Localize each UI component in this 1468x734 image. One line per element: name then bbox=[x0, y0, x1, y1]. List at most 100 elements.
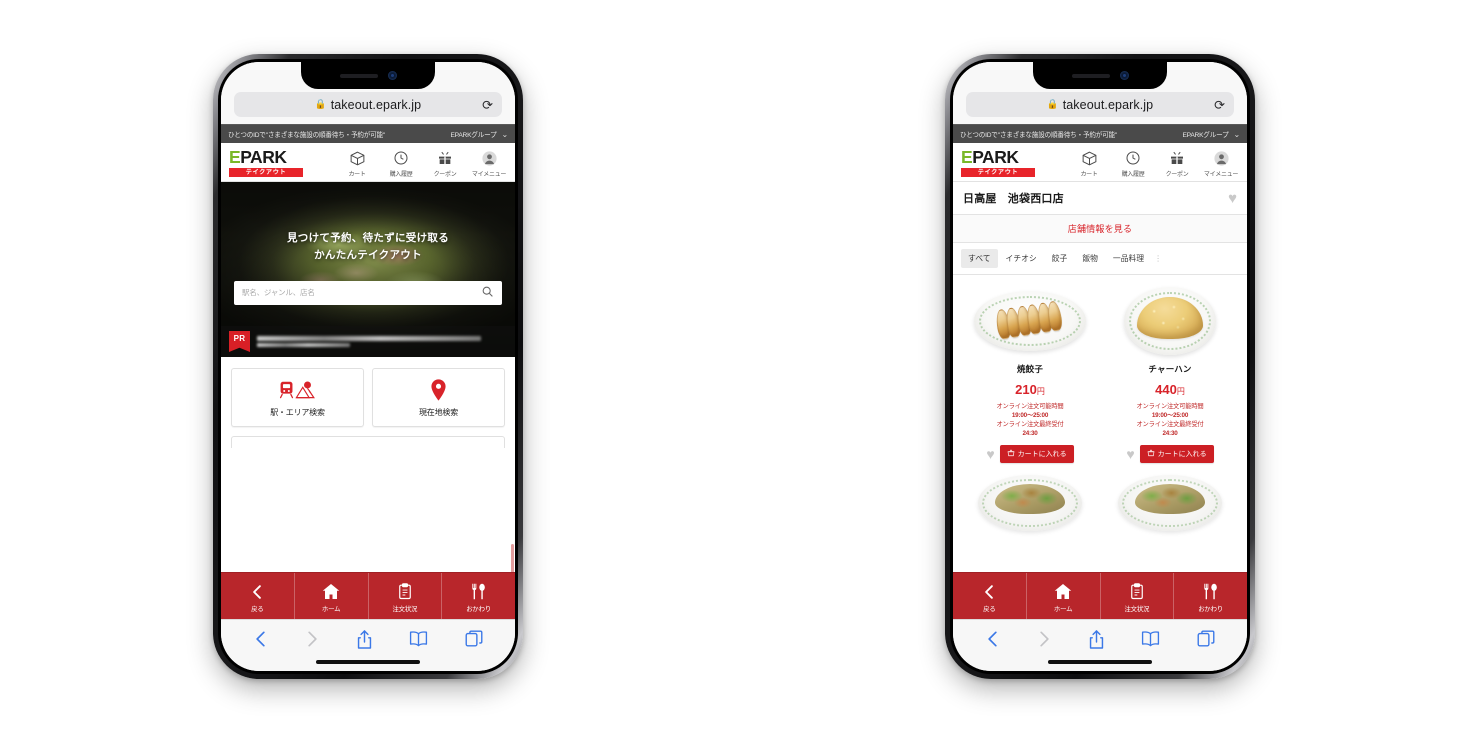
header-item-history[interactable]: 購入履歴 bbox=[1115, 148, 1151, 178]
add-to-cart-label: カートに入れる bbox=[1017, 450, 1067, 458]
category-tabs-overflow-icon[interactable]: ⋮ bbox=[1152, 254, 1162, 263]
category-tab-single-dish[interactable]: 一品料理 bbox=[1106, 249, 1151, 268]
address-bar[interactable]: 🔒 takeout.epark.jp ⟳ bbox=[966, 92, 1234, 117]
product-card[interactable]: 焼餃子 210円 オンライン注文可能時間 19:00〜25:00 オンライン注文… bbox=[960, 281, 1100, 471]
header-item-coupon[interactable]: クーポン bbox=[1159, 148, 1195, 178]
promo-group-label: EPARKグループ bbox=[450, 132, 497, 139]
bookmarks-icon[interactable] bbox=[1141, 629, 1160, 648]
mymenu-icon bbox=[1203, 148, 1239, 168]
category-tab-rice[interactable]: 飯物 bbox=[1075, 249, 1105, 268]
product-order-info: オンライン注文可能時間 19:00〜25:00 オンライン注文最終受付 24:3… bbox=[1104, 402, 1236, 439]
nav-label-back: 戻る bbox=[251, 605, 264, 613]
epark-logo[interactable]: EPARK テイクアウト bbox=[961, 146, 1035, 178]
header-label-mymenu: マイメニュー bbox=[1203, 172, 1239, 178]
header-item-cart[interactable]: カート bbox=[1071, 148, 1107, 178]
product-card-partial[interactable] bbox=[960, 471, 1100, 531]
chevron-left-icon bbox=[250, 582, 264, 602]
header-item-cart[interactable]: カート bbox=[339, 148, 375, 178]
app-bottom-nav: 戻る ホーム 注文状況 おかわり bbox=[953, 572, 1247, 619]
nav-label-home: ホーム bbox=[321, 605, 341, 613]
reload-icon[interactable]: ⟳ bbox=[482, 98, 493, 111]
promo-bar-group[interactable]: EPARKグループ ⌄ bbox=[450, 129, 508, 140]
product-grid: 焼餃子 210円 オンライン注文可能時間 19:00〜25:00 オンライン注文… bbox=[953, 275, 1247, 471]
promo-bar-text: ひとつのIDで"さまざまな施設の順番待ち・予約が可能" bbox=[228, 132, 386, 139]
pr-banner[interactable]: PR bbox=[221, 326, 515, 357]
last-order-value: 24:30 bbox=[1162, 430, 1178, 438]
add-to-cart-button[interactable]: カートに入れる bbox=[999, 444, 1074, 463]
station-area-search-button[interactable]: 駅・エリア検索 bbox=[231, 368, 364, 427]
basket-icon bbox=[1007, 448, 1015, 459]
header-item-mymenu[interactable]: マイメニュー bbox=[1203, 148, 1239, 178]
hero-title-line1: 見つけて予約、待たずに受け取る bbox=[287, 232, 449, 244]
nav-item-home[interactable]: ホーム bbox=[295, 573, 369, 619]
chevron-down-icon[interactable]: ⌄ bbox=[1233, 130, 1240, 139]
coupon-icon bbox=[1159, 148, 1195, 168]
heart-icon[interactable]: ♥ bbox=[1228, 191, 1237, 206]
logo-wordmark: EPARK bbox=[229, 148, 303, 167]
share-icon[interactable] bbox=[1088, 629, 1105, 650]
last-order-value: 24:30 bbox=[1022, 430, 1038, 438]
logo-text-park: PARK bbox=[972, 146, 1019, 167]
nav-item-back[interactable]: 戻る bbox=[953, 573, 1027, 619]
reload-icon[interactable]: ⟳ bbox=[1214, 98, 1225, 111]
back-icon[interactable] bbox=[985, 629, 1000, 649]
header-item-coupon[interactable]: クーポン bbox=[427, 148, 463, 178]
gyoza-piece bbox=[1014, 304, 1033, 337]
add-to-cart-button[interactable]: カートに入れる bbox=[1139, 444, 1214, 463]
tabs-icon[interactable] bbox=[465, 629, 483, 648]
epark-store-page: ひとつのIDで"さまざまな施設の順番待ち・予約が可能" EPARKグループ ⌄ … bbox=[953, 124, 1247, 531]
search-icon[interactable] bbox=[481, 285, 494, 300]
back-icon[interactable] bbox=[253, 629, 268, 649]
heart-icon[interactable]: ♥ bbox=[986, 447, 994, 461]
nav-item-order-status[interactable]: 注文状況 bbox=[1101, 573, 1175, 619]
search-input[interactable]: 駅名、ジャンル、店名 bbox=[234, 280, 502, 305]
promo-bar-group[interactable]: EPARKグループ ⌄ bbox=[1182, 129, 1240, 140]
pr-line bbox=[257, 342, 350, 347]
product-card[interactable]: チャーハン 440円 オンライン注文可能時間 19:00〜25:00 オンライン… bbox=[1100, 281, 1240, 471]
speaker-grille-icon bbox=[339, 73, 378, 78]
history-icon bbox=[383, 148, 419, 168]
bookmarks-icon[interactable] bbox=[409, 629, 428, 648]
front-camera-icon bbox=[1119, 71, 1129, 80]
logo-wordmark: EPARK bbox=[961, 146, 1035, 167]
nav-item-order-status[interactable]: 注文状況 bbox=[369, 573, 443, 619]
tabs-icon[interactable] bbox=[1197, 629, 1215, 648]
header-label-coupon: クーポン bbox=[433, 172, 457, 178]
address-bar[interactable]: 🔒 takeout.epark.jp ⟳ bbox=[234, 92, 502, 117]
phone-right-screen: 🔒 takeout.epark.jp ⟳ ひとつのIDで"さまざまな施設の順番待… bbox=[953, 62, 1247, 671]
promo-bar[interactable]: ひとつのIDで"さまざまな施設の順番待ち・予約が可能" EPARKグループ ⌄ bbox=[953, 124, 1247, 143]
header-item-mymenu[interactable]: マイメニュー bbox=[471, 148, 507, 178]
product-price-value: 440 bbox=[1155, 382, 1177, 397]
mymenu-icon bbox=[471, 148, 507, 168]
logo-subtitle: テイクアウト bbox=[229, 168, 303, 178]
current-location-search-button[interactable]: 現在地検索 bbox=[372, 368, 505, 427]
hero-title: 見つけて予約、待たずに受け取る かんたんテイクアウト bbox=[221, 230, 515, 265]
category-tab-gyoza[interactable]: 餃子 bbox=[1045, 249, 1075, 268]
url-text-group: 🔒 takeout.epark.jp bbox=[1047, 98, 1153, 112]
coupon-icon bbox=[427, 148, 463, 168]
product-actions: ♥ カートに入れる bbox=[1104, 444, 1236, 463]
chevron-down-icon[interactable]: ⌄ bbox=[501, 130, 508, 139]
fried-rice-graphic bbox=[1137, 297, 1203, 340]
nav-item-okawari[interactable]: おかわり bbox=[442, 573, 515, 619]
phone-left-bezel: 🔒 takeout.epark.jp ⟳ ひとつのIDで"さまざまな施設の順番待… bbox=[218, 59, 518, 674]
share-icon[interactable] bbox=[356, 629, 373, 650]
heart-icon[interactable]: ♥ bbox=[1126, 447, 1134, 461]
product-card-partial[interactable] bbox=[1100, 471, 1240, 531]
epark-logo[interactable]: EPARK テイクアウト bbox=[229, 148, 303, 178]
nav-item-back[interactable]: 戻る bbox=[221, 573, 295, 619]
store-name: 日高屋 池袋西口店 bbox=[963, 193, 1064, 205]
promo-bar[interactable]: ひとつのIDで"さまざまな施設の順番待ち・予約が可能" EPARKグループ ⌄ bbox=[221, 124, 515, 143]
category-tab-all[interactable]: すべて bbox=[961, 249, 998, 268]
nav-item-okawari[interactable]: おかわり bbox=[1174, 573, 1247, 619]
header-item-history[interactable]: 購入履歴 bbox=[383, 148, 419, 178]
product-image-gyoza bbox=[964, 285, 1096, 357]
category-tab-recommended[interactable]: イチオシ bbox=[999, 249, 1044, 268]
store-info-link[interactable]: 店舗情報を見る bbox=[953, 215, 1247, 243]
header-icon-group: カート 購入履歴 クーポン マイメニュー bbox=[339, 148, 507, 178]
phone-right-bezel: 🔒 takeout.epark.jp ⟳ ひとつのIDで"さまざまな施設の順番待… bbox=[950, 59, 1250, 674]
cart-icon bbox=[339, 148, 375, 168]
nav-item-home[interactable]: ホーム bbox=[1027, 573, 1101, 619]
stirfry-graphic bbox=[1135, 484, 1205, 515]
basket-icon bbox=[1147, 448, 1155, 459]
